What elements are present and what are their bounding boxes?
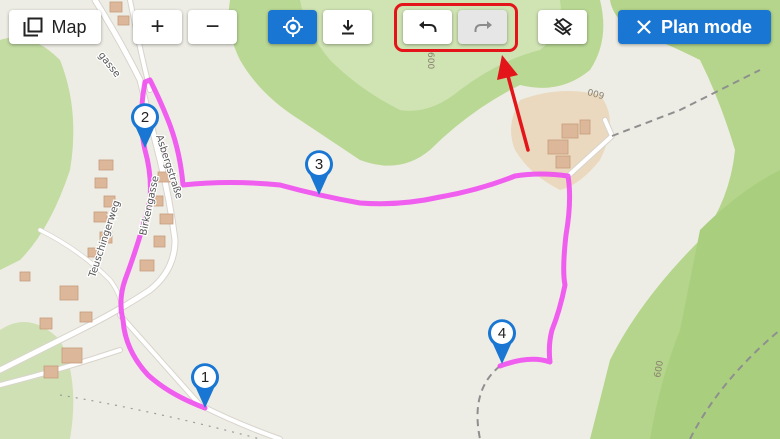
map-style-label: Map xyxy=(51,16,87,37)
layers-square-icon xyxy=(23,17,43,37)
waypoint-label: 3 xyxy=(315,156,323,173)
waypoint-label: 1 xyxy=(201,369,209,386)
redo-button[interactable] xyxy=(458,10,507,44)
zoom-out-button[interactable]: − xyxy=(188,10,237,44)
zoom-out-label: − xyxy=(205,13,220,40)
contour-label: 600 xyxy=(425,52,435,69)
waypoint-label: 4 xyxy=(498,325,506,342)
map-canvas[interactable]: Asbergstraße Birkengasse Teuschingerweg … xyxy=(0,0,780,439)
zoom-in-button[interactable]: + xyxy=(133,10,182,44)
map-style-button[interactable]: Map xyxy=(9,10,101,44)
zoom-in-label: + xyxy=(150,13,165,40)
plan-mode-label: Plan mode xyxy=(660,16,753,37)
plan-mode-button[interactable]: Plan mode xyxy=(618,10,771,44)
undo-icon xyxy=(418,21,436,32)
layers-off-button[interactable] xyxy=(538,10,587,44)
download-icon xyxy=(341,20,354,35)
layers-off-icon xyxy=(552,17,573,36)
download-button[interactable] xyxy=(323,10,372,44)
undo-button[interactable] xyxy=(403,10,452,44)
close-icon xyxy=(637,20,651,34)
redo-icon xyxy=(474,21,492,32)
waypoint-label: 2 xyxy=(141,109,149,126)
crosshair-icon xyxy=(282,17,303,37)
locate-button[interactable] xyxy=(268,10,317,44)
